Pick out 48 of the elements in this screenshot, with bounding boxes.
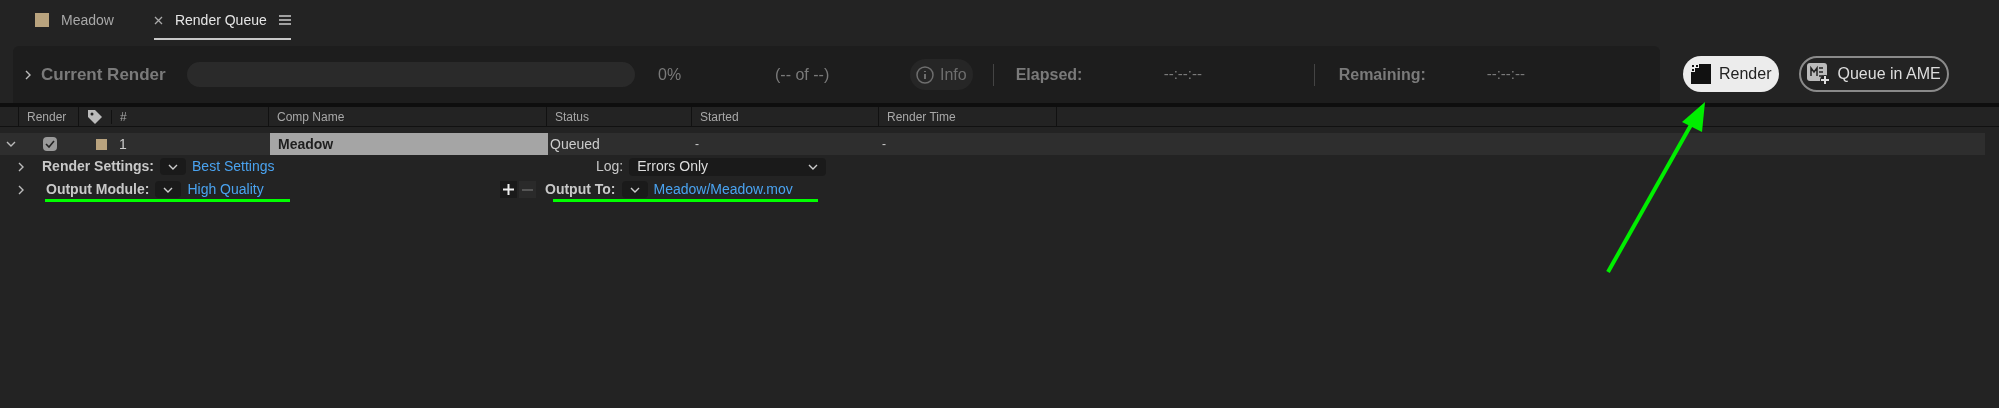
queue-button[interactable]: Queue in AME xyxy=(1799,55,1949,92)
output-path-link[interactable]: Meadow/Meadow.mov xyxy=(653,179,793,200)
info-icon xyxy=(916,65,934,84)
column-header[interactable]: Render Time xyxy=(887,107,956,126)
panel-tab[interactable]: Meadow xyxy=(35,8,114,40)
comp-swatch-icon xyxy=(35,13,49,27)
menu-icon[interactable] xyxy=(278,15,291,25)
caret-icon xyxy=(808,163,819,170)
chevron-icon[interactable] xyxy=(23,69,33,80)
caret-icon xyxy=(168,163,178,170)
dropdown-button[interactable] xyxy=(621,181,648,198)
started-cell-text: - xyxy=(694,136,700,153)
render-time-cell-text: - xyxy=(881,136,886,153)
column-header[interactable]: Started xyxy=(700,107,739,126)
status-cell-text: Queued xyxy=(549,134,601,154)
log-dropdown[interactable]: Errors Only xyxy=(629,157,827,176)
current-render-panel: Current Render 0% (-- of --) Info Elapsed: --:--:-- Remaining: --:--:-- xyxy=(13,46,1660,103)
setting-label: Render Settings: xyxy=(42,157,154,176)
close-icon[interactable] xyxy=(153,15,163,25)
plus-icon xyxy=(503,184,514,195)
column-header[interactable]: Render xyxy=(27,107,67,126)
chevron-icon[interactable] xyxy=(6,139,16,149)
dropdown-button[interactable] xyxy=(160,158,186,175)
setting-label: Log: xyxy=(596,157,624,176)
setting-label: Output Module: xyxy=(46,180,150,199)
chevron-icon[interactable] xyxy=(16,161,26,172)
render-button[interactable]: Render xyxy=(1683,55,1780,92)
row-number: 1 xyxy=(119,134,127,154)
minus-icon xyxy=(522,188,533,191)
add-button[interactable] xyxy=(500,181,517,198)
column-header[interactable]: # xyxy=(120,107,127,126)
comp-name-cell[interactable]: Meadow xyxy=(270,133,548,155)
label-swatch-icon xyxy=(96,138,107,150)
setting-link[interactable]: Best Settings xyxy=(192,156,275,177)
render-checkbox[interactable] xyxy=(43,137,57,151)
caret-icon xyxy=(629,186,640,193)
column-header[interactable]: Comp Name xyxy=(277,107,345,126)
setting-link[interactable]: High Quality xyxy=(187,179,264,200)
media-encoder-icon xyxy=(1807,62,1832,85)
panel-tab[interactable]: Render Queue xyxy=(153,8,291,40)
checker-icon xyxy=(1691,63,1711,84)
column-header[interactable]: Status xyxy=(555,107,590,126)
caret-icon xyxy=(163,186,174,193)
chevron-icon[interactable] xyxy=(16,184,26,195)
check-icon xyxy=(45,140,55,148)
dropdown-button[interactable] xyxy=(155,181,182,198)
queue-row[interactable]: 1 Meadow Queued - - xyxy=(0,133,1985,155)
setting-label: Output To: xyxy=(545,180,616,199)
